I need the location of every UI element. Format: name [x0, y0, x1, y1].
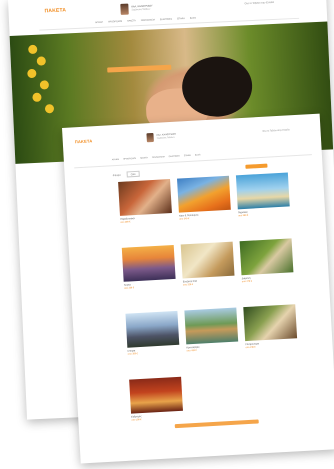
package-title: Ιστορια: [127, 349, 136, 353]
package-title: Ναοι & Πολιτισμος: [179, 213, 199, 218]
package-image: [235, 172, 290, 210]
package-price: απο 359 €: [127, 353, 138, 356]
package-card[interactable]: Ευεξια & Σπα απο 329 €: [180, 241, 236, 297]
contact-text: Ολα τα Ταξιδια στην Ελλαδα: [262, 129, 290, 133]
nav-item[interactable]: ΠΑΚΕΤΑ: [127, 20, 136, 22]
nav-item[interactable]: ΑΡΧΙΚΗ: [112, 159, 119, 161]
package-card[interactable]: Κρουαζιερες απο 459 €: [184, 307, 239, 363]
package-title: Εκδρομες: [131, 415, 142, 419]
nav-item[interactable]: ΞΕΝΟΔΟΧΕΙΑ: [141, 19, 155, 22]
package-image: [184, 307, 239, 345]
nav-item[interactable]: ΕΚΔΡΟΜΕΣ: [169, 155, 180, 158]
package-price: απο 279 €: [241, 280, 252, 284]
package-card[interactable]: Ναοι & Πολιτισμος απο 349 €: [177, 175, 232, 231]
nav-item[interactable]: ΑΡΧΙΚΗ: [95, 22, 103, 24]
nav-item[interactable]: ΕΠΑΦΗ: [177, 18, 185, 20]
package-title: Γιογκα: [123, 283, 131, 287]
package-image: [177, 175, 231, 213]
package-card[interactable]: Παραλιες απο 399 €: [235, 172, 291, 227]
package-card[interactable]: Παραδοσιακα απο 299 €: [118, 179, 173, 234]
avatar: [120, 3, 129, 15]
nav-item[interactable]: ΠΡΟΟΡΙΣΜΟΙ: [123, 158, 136, 161]
hero-cta-button[interactable]: [107, 64, 172, 73]
orchid-flower: [44, 104, 55, 114]
orchid-flower: [39, 80, 50, 90]
package-image: [118, 179, 172, 216]
package-card[interactable]: Διαμονη απο 279 €: [239, 238, 295, 293]
package-title: Παραδοσιακα: [120, 217, 135, 221]
orchid-flower: [36, 56, 47, 66]
package-title: Γαστρονομια: [245, 342, 260, 347]
profile-subtitle: Συμβουλος Ταξιδιων: [131, 8, 151, 12]
contact-text: Ολα τα Ταξιδια στην Ελλαδα: [244, 0, 275, 6]
profile-block: ΚΑΛ. ΚΑΛΟΓΡΙΔΟΥ Συμβουλος Ταξιδιων: [120, 2, 153, 15]
package-card[interactable]: Γιογκα απο 259 €: [121, 244, 177, 300]
package-price: απο 349 €: [179, 218, 190, 221]
orchid-flower: [27, 68, 37, 79]
site-logo[interactable]: ΠΑΚΕΤΑ: [44, 7, 66, 14]
search-button[interactable]: [245, 163, 268, 169]
filter-bar: Φιλτρα Ολα: [112, 170, 140, 178]
package-price: απο 329 €: [182, 283, 194, 287]
package-image: [243, 304, 298, 342]
package-price: απο 239 €: [245, 346, 256, 350]
nav-item[interactable]: BLOG: [195, 154, 201, 156]
avatar: [146, 132, 154, 143]
package-image: [125, 310, 180, 348]
nav-item[interactable]: ΠΡΟΟΡΙΣΜΟΙ: [108, 21, 122, 24]
front-page-sheet: ΠΑΚΕΤΑ ΚΑΛ. ΚΑΛΟΓΡΙΔΟΥ Συμβουλος Ταξιδιω…: [62, 113, 334, 464]
profile-subtitle: Συμβουλος Ταξιδιων: [156, 136, 175, 140]
package-price: απο 199 €: [131, 419, 142, 422]
site-logo[interactable]: ΠΑΚΕΤΑ: [75, 138, 93, 144]
package-title: Παραλιες: [237, 210, 248, 215]
package-card[interactable]: Ιστορια απο 359 €: [125, 310, 180, 366]
package-price: απο 259 €: [124, 287, 135, 290]
package-title: Διαμονη: [241, 276, 251, 281]
nav-item[interactable]: ΕΚΔΡΟΜΕΣ: [160, 19, 172, 22]
package-title: Ευεξια & Σπα: [182, 279, 198, 284]
package-image: [129, 376, 183, 414]
profile-block: ΚΑΛ. ΚΑΛΟΓΡΙΔΟΥ Συμβουλος Ταξιδιων: [146, 132, 176, 143]
orchid-flower: [28, 44, 38, 55]
nav-item[interactable]: ΞΕΝΟΔΟΧΕΙΑ: [152, 156, 165, 159]
package-card[interactable]: Γαστρονομια απο 239 €: [243, 304, 298, 359]
nav-item[interactable]: ΕΠΑΦΗ: [184, 155, 191, 157]
package-title: Κρουαζιερες: [186, 345, 200, 350]
packages-grid: Παραδοσιακα απο 299 € Ναοι & Πολιτισμος …: [118, 172, 302, 431]
nav-item[interactable]: ΠΑΚΕΤΑ: [140, 157, 148, 159]
filter-label: Φιλτρα: [112, 173, 121, 177]
package-image: [121, 244, 176, 282]
orchid-flower: [32, 92, 42, 102]
package-price: απο 399 €: [238, 214, 249, 218]
package-image: [180, 241, 235, 279]
package-price: απο 459 €: [186, 349, 197, 353]
package-image: [239, 238, 294, 276]
nav-item[interactable]: BLOG: [190, 17, 196, 19]
filter-select[interactable]: Ολα: [126, 170, 140, 178]
package-price: απο 299 €: [120, 221, 131, 224]
